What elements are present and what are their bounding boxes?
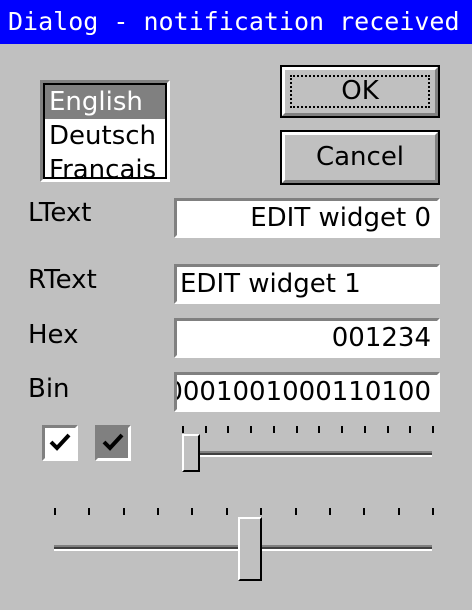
hex-edit-field[interactable]: 001234 — [174, 318, 440, 358]
rtext-label: RText — [28, 265, 97, 295]
bin-edit-field[interactable]: 0001001000110100 — [174, 372, 440, 412]
slider-small-thumb[interactable] — [182, 434, 200, 472]
ltext-edit-field[interactable]: EDIT widget 0 — [174, 198, 440, 238]
rtext-edit-field[interactable]: EDIT widget 1 — [174, 264, 440, 304]
slider-tick — [328, 508, 331, 515]
slider-tick — [157, 508, 160, 515]
slider-tick — [397, 508, 400, 515]
slider-tick — [294, 508, 297, 515]
slider-tick — [432, 426, 434, 433]
checkbox-disabled — [95, 425, 131, 461]
ok-button-label: OK — [341, 76, 379, 106]
slider-tick — [409, 426, 412, 433]
slider-tick — [225, 508, 228, 515]
slider-tick — [122, 508, 125, 515]
slider-tick — [386, 426, 389, 433]
checkmark-icon — [49, 433, 71, 451]
slider-small-track — [182, 451, 432, 457]
checkmark-icon — [102, 433, 124, 451]
slider-large[interactable] — [46, 500, 440, 590]
slider-tick — [295, 426, 298, 433]
ltext-label: LText — [28, 198, 92, 228]
ltext-value: EDIT widget 0 — [250, 203, 431, 233]
cancel-button[interactable]: Cancel — [280, 130, 440, 185]
slider-tick — [227, 426, 230, 433]
slider-tick — [54, 508, 56, 515]
hex-value: 001234 — [331, 323, 431, 353]
bin-label: Bin — [28, 374, 70, 404]
hex-label: Hex — [28, 320, 79, 350]
slider-tick — [363, 508, 366, 515]
slider-tick — [363, 426, 366, 433]
list-item-francais[interactable]: Francais — [45, 153, 165, 179]
slider-large-thumb[interactable] — [238, 517, 263, 581]
bin-value: 0001001000110100 — [174, 377, 431, 407]
listbox-frame: English Deutsch Francais — [43, 83, 167, 179]
slider-tick — [250, 426, 253, 433]
dialog-window: Dialog - notification received English D… — [0, 0, 472, 610]
ok-button[interactable]: OK — [280, 65, 440, 118]
slider-tick — [204, 426, 207, 433]
list-item-deutsch[interactable]: Deutsch — [45, 119, 165, 153]
slider-tick — [272, 426, 275, 433]
rtext-value: EDIT widget 1 — [180, 269, 361, 299]
cancel-button-label: Cancel — [315, 142, 405, 172]
list-item-english[interactable]: English — [45, 85, 165, 119]
slider-tick — [88, 508, 91, 515]
slider-tick — [191, 508, 194, 515]
dialog-title[interactable]: Dialog - notification received — [0, 0, 472, 44]
slider-tick — [318, 426, 321, 433]
slider-small[interactable] — [174, 420, 440, 480]
language-listbox[interactable]: English Deutsch Francais — [40, 80, 170, 182]
slider-tick — [341, 426, 344, 433]
slider-tick — [182, 426, 184, 433]
slider-tick — [432, 508, 434, 515]
checkbox-enabled[interactable] — [42, 425, 78, 461]
slider-tick — [260, 508, 263, 515]
